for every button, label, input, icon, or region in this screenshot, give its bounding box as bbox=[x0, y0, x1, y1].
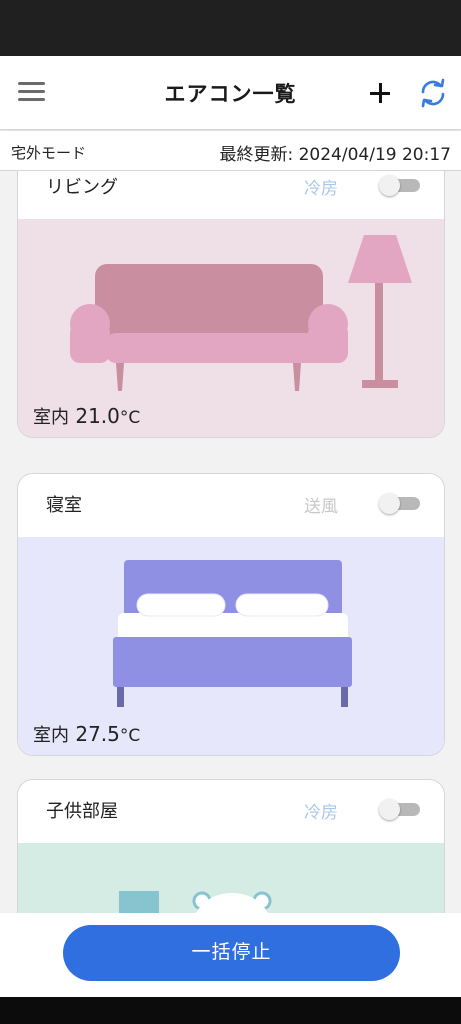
bottom-action-bar: 一括停止 bbox=[0, 913, 461, 997]
power-toggle[interactable] bbox=[379, 493, 421, 514]
page-title: エアコン一覧 bbox=[164, 82, 297, 106]
card-header: 子供部屋 冷房 bbox=[18, 780, 444, 843]
room-name: 寝室 bbox=[46, 495, 82, 516]
status-sub-bar: 宅外モード 最終更新: 2024/04/19 20:17 bbox=[0, 131, 461, 171]
sofa-illustration: 室内 21.0°C bbox=[18, 219, 444, 437]
aircon-card-living[interactable]: リビング 冷房 室内 21.0°C bbox=[17, 171, 445, 438]
card-header: リビング 冷房 bbox=[18, 171, 444, 219]
app-header: エアコン一覧 bbox=[0, 56, 461, 130]
last-updated-value: 2024/04/19 20:17 bbox=[298, 145, 451, 165]
ac-mode: 送風 bbox=[304, 497, 338, 517]
ac-mode: 冷房 bbox=[304, 179, 338, 199]
refresh-icon[interactable] bbox=[418, 78, 448, 108]
room-temperature: 室内 21.0°C bbox=[33, 403, 140, 429]
bed-illustration: 室内 27.5°C bbox=[18, 537, 444, 755]
room-name: 子供部屋 bbox=[46, 801, 118, 822]
room-name: リビング bbox=[46, 177, 118, 198]
status-bar bbox=[0, 0, 461, 56]
plus-icon[interactable] bbox=[369, 82, 391, 104]
aircon-card-bedroom[interactable]: 寝室 送風 室内 27.5°C bbox=[17, 473, 445, 756]
card-header: 寝室 送風 bbox=[18, 474, 444, 537]
last-updated-label: 最終更新: bbox=[219, 145, 294, 165]
temperature-value: 21.0 bbox=[75, 404, 120, 428]
kids-room-icon bbox=[18, 843, 444, 913]
temperature-unit: °C bbox=[119, 408, 141, 428]
power-toggle[interactable] bbox=[379, 799, 421, 820]
aircon-card-kids-room[interactable]: 子供部屋 冷房 bbox=[17, 779, 445, 913]
temperature-value: 27.5 bbox=[75, 722, 120, 746]
away-mode-label: 宅外モード bbox=[11, 144, 87, 162]
temperature-label: 室内 bbox=[33, 407, 69, 428]
temperature-label: 室内 bbox=[33, 725, 69, 746]
kids-room-illustration bbox=[18, 843, 444, 913]
temperature-unit: °C bbox=[119, 726, 141, 746]
aircon-list: リビング 冷房 室内 21.0°C 寝室 送風 室内 27.5°C 子供部屋 冷… bbox=[0, 171, 461, 913]
system-nav-bar bbox=[0, 997, 461, 1024]
power-toggle[interactable] bbox=[379, 175, 421, 196]
room-temperature: 室内 27.5°C bbox=[33, 721, 140, 747]
stop-all-button[interactable]: 一括停止 bbox=[63, 925, 400, 981]
last-updated: 最終更新: 2024/04/19 20:17 bbox=[219, 140, 451, 165]
ac-mode: 冷房 bbox=[304, 803, 338, 823]
